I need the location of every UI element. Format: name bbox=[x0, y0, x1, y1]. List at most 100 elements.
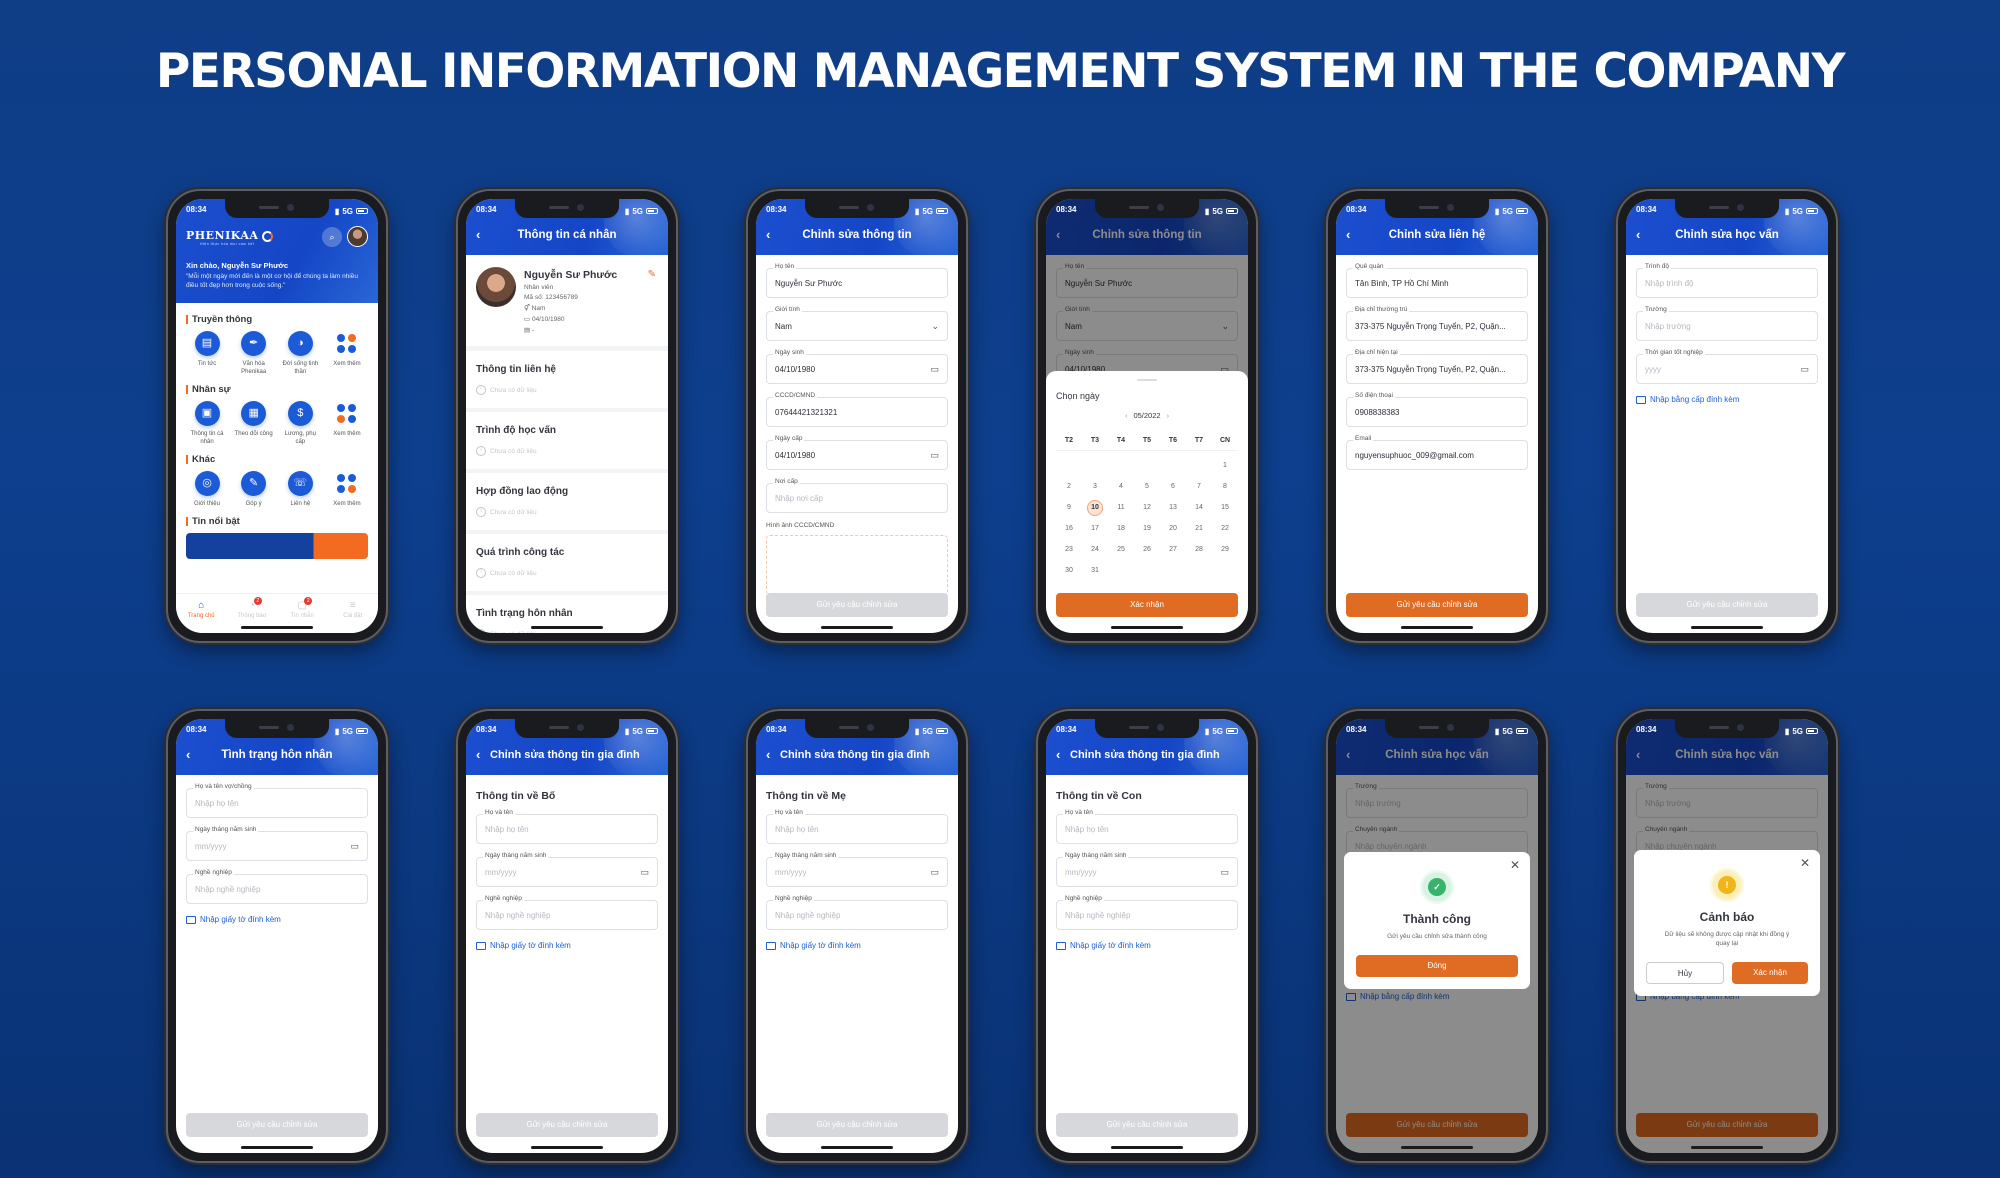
form-field[interactable]: Email nguyensuphuoc_009@gmail.com bbox=[1346, 435, 1528, 470]
confirm-date-button[interactable]: Xác nhận bbox=[1056, 593, 1238, 617]
calendar-day[interactable]: 20 bbox=[1160, 525, 1186, 532]
calendar-day-selected[interactable]: 10 bbox=[1087, 499, 1103, 516]
form-field[interactable]: Thời gian tốt nghiệp yyyy ▭ bbox=[1636, 349, 1818, 384]
form-field[interactable]: Ngày tháng năm sinh mm/yyyy ▭ bbox=[186, 826, 368, 861]
profile-section[interactable]: Hợp đồng lao động Chưa có dữ liệu bbox=[466, 473, 668, 534]
chevron-down-icon[interactable]: ⌄ bbox=[931, 321, 939, 332]
calendar-day[interactable]: 24 bbox=[1082, 546, 1108, 553]
tab-home[interactable]: ⌂ Trang chủ bbox=[181, 600, 221, 633]
profile-avatar[interactable] bbox=[476, 267, 516, 307]
profile-section[interactable]: Trình độ học vấn Chưa có dữ liệu bbox=[466, 412, 668, 473]
calendar-day[interactable]: 14 bbox=[1186, 504, 1212, 511]
form-field[interactable]: Ngày sinh 04/10/1980 ▭ bbox=[766, 349, 948, 384]
attach-document-link[interactable]: Nhập giấy tờ đính kèm bbox=[476, 941, 658, 950]
calendar-icon[interactable]: ▭ bbox=[640, 867, 649, 878]
next-month-button[interactable]: › bbox=[1167, 411, 1170, 420]
calendar-day[interactable]: 29 bbox=[1212, 546, 1238, 553]
sheet-grab-handle[interactable] bbox=[1137, 379, 1157, 381]
form-field[interactable]: Họ và tên Nhập họ tên bbox=[476, 809, 658, 844]
submit-request-button[interactable]: Gửi yêu cầu chỉnh sửa bbox=[766, 593, 948, 617]
calendar-day[interactable]: 30 bbox=[1056, 567, 1082, 574]
calendar-day[interactable]: 26 bbox=[1134, 546, 1160, 553]
back-button[interactable]: ‹ bbox=[766, 747, 770, 762]
shortcut-item[interactable]: $ Lương, phụ cấp bbox=[279, 401, 321, 446]
calendar-day[interactable]: 4 bbox=[1108, 483, 1134, 490]
calendar-day[interactable]: 9 bbox=[1056, 504, 1082, 511]
attach-document-link[interactable]: Nhập giấy tờ đính kèm bbox=[766, 941, 948, 950]
calendar-icon[interactable]: ▭ bbox=[1220, 867, 1229, 878]
calendar-day[interactable]: 7 bbox=[1186, 483, 1212, 490]
shortcut-item[interactable]: ▣ Thông tin cá nhân bbox=[186, 401, 228, 446]
featured-banner[interactable] bbox=[186, 533, 368, 559]
attach-document-link[interactable]: Nhập giấy tờ đính kèm bbox=[1056, 941, 1238, 950]
calendar-day[interactable]: 5 bbox=[1134, 483, 1160, 490]
calendar-day[interactable]: 27 bbox=[1160, 546, 1186, 553]
shortcut-item[interactable]: Xem thêm bbox=[326, 401, 368, 446]
calendar-day[interactable]: 17 bbox=[1082, 525, 1108, 532]
form-field[interactable]: Địa chỉ hiện tại 373-375 Nguyễn Trọng Tuy… bbox=[1346, 349, 1528, 384]
form-field[interactable]: Nơi cấp Nhập nơi cấp bbox=[766, 478, 948, 513]
calendar-icon[interactable]: ▭ bbox=[1800, 364, 1809, 375]
form-field[interactable]: Trường Nhập trường bbox=[1636, 306, 1818, 341]
form-field[interactable]: Trình độ Nhập trình độ bbox=[1636, 263, 1818, 298]
calendar-day[interactable]: 22 bbox=[1212, 525, 1238, 532]
calendar-day[interactable]: 8 bbox=[1212, 483, 1238, 490]
form-field[interactable]: Nghề nghiệp Nhập nghề nghiệp bbox=[186, 869, 368, 904]
back-button[interactable]: ‹ bbox=[1056, 747, 1060, 762]
shortcut-item[interactable]: ▦ Theo dõi công bbox=[233, 401, 275, 446]
profile-section[interactable]: Quá trình công tác Chưa có dữ liệu bbox=[466, 534, 668, 595]
avatar[interactable] bbox=[347, 226, 368, 247]
shortcut-item[interactable]: ☏ Liên hệ bbox=[279, 471, 321, 508]
form-field[interactable]: Ngày tháng năm sinh mm/yyyy ▭ bbox=[476, 852, 658, 887]
profile-section[interactable]: Thông tin liên hệ Chưa có dữ liệu bbox=[466, 351, 668, 412]
submit-request-button[interactable]: Gửi yêu cầu chỉnh sửa bbox=[1636, 593, 1818, 617]
calendar-day[interactable]: 3 bbox=[1082, 483, 1108, 490]
form-field[interactable]: Quê quán Tân Bình, TP Hồ Chí Minh bbox=[1346, 263, 1528, 298]
form-field[interactable]: Số điện thoại 0908838383 bbox=[1346, 392, 1528, 427]
shortcut-item[interactable]: ◎ Giới thiệu bbox=[186, 471, 228, 508]
calendar-day[interactable]: 31 bbox=[1082, 567, 1108, 574]
form-field[interactable]: Họ và tên Nhập họ tên bbox=[1056, 809, 1238, 844]
shortcut-item[interactable]: Xem thêm bbox=[326, 471, 368, 508]
submit-request-button[interactable]: Gửi yêu cầu chỉnh sửa bbox=[476, 1113, 658, 1137]
shortcut-item[interactable]: ▤ Tin tức bbox=[186, 331, 228, 376]
submit-request-button[interactable]: Gửi yêu cầu chỉnh sửa bbox=[186, 1113, 368, 1137]
edit-pencil-icon[interactable]: ✎ bbox=[648, 269, 656, 280]
calendar-day[interactable]: 1 bbox=[1212, 462, 1238, 469]
calendar-day[interactable]: 25 bbox=[1108, 546, 1134, 553]
submit-request-button[interactable]: Gửi yêu cầu chỉnh sửa bbox=[766, 1113, 948, 1137]
calendar-day[interactable]: 16 bbox=[1056, 525, 1082, 532]
form-field[interactable]: Giới tính Nam ⌄ bbox=[766, 306, 948, 341]
shortcut-item[interactable]: Xem thêm bbox=[326, 331, 368, 376]
search-button[interactable]: ⌕ bbox=[322, 227, 342, 247]
form-field[interactable]: Ngày cấp 04/10/1980 ▭ bbox=[766, 435, 948, 470]
form-field[interactable]: Họ và tên Nhập họ tên bbox=[766, 809, 948, 844]
calendar-icon[interactable]: ▭ bbox=[930, 364, 939, 375]
calendar-day[interactable]: 11 bbox=[1108, 504, 1134, 511]
form-field[interactable]: Họ tên Nguyễn Sư Phước bbox=[766, 263, 948, 298]
image-upload-area[interactable] bbox=[766, 535, 948, 595]
prev-month-button[interactable]: ‹ bbox=[1125, 411, 1128, 420]
form-field[interactable]: CCCD/CMND 07644421321321 bbox=[766, 392, 948, 427]
form-field[interactable]: Địa chỉ thường trú 373-375 Nguyễn Trọng T… bbox=[1346, 306, 1528, 341]
submit-request-button[interactable]: Gửi yêu cầu chỉnh sửa bbox=[1346, 593, 1528, 617]
shortcut-item[interactable]: ✒ Văn hóa Phenikaa bbox=[233, 331, 275, 376]
calendar-day[interactable]: 21 bbox=[1186, 525, 1212, 532]
form-field[interactable]: Nghề nghiệp Nhập nghề nghiệp bbox=[476, 895, 658, 930]
form-field[interactable]: Nghề nghiệp Nhập nghề nghiệp bbox=[1056, 895, 1238, 930]
tab-settings[interactable]: ≡ Cài đặt bbox=[333, 600, 373, 633]
back-button[interactable]: ‹ bbox=[476, 747, 480, 762]
close-icon[interactable]: ✕ bbox=[1800, 856, 1810, 870]
calendar-day[interactable]: 15 bbox=[1212, 504, 1238, 511]
close-dialog-button[interactable]: Đóng bbox=[1356, 955, 1518, 977]
attach-degree-link[interactable]: Nhập bằng cấp đính kèm bbox=[1636, 395, 1818, 404]
shortcut-item[interactable]: ✎ Góp ý bbox=[233, 471, 275, 508]
calendar-day[interactable]: 6 bbox=[1160, 483, 1186, 490]
form-field[interactable]: Ngày tháng năm sinh mm/yyyy ▭ bbox=[1056, 852, 1238, 887]
calendar-day[interactable]: 12 bbox=[1134, 504, 1160, 511]
calendar-day[interactable]: 18 bbox=[1108, 525, 1134, 532]
shortcut-item[interactable]: ◑ Đời sống tinh thần bbox=[279, 331, 321, 376]
calendar-day[interactable]: 13 bbox=[1160, 504, 1186, 511]
close-icon[interactable]: ✕ bbox=[1510, 858, 1520, 872]
calendar-icon[interactable]: ▭ bbox=[930, 867, 939, 878]
